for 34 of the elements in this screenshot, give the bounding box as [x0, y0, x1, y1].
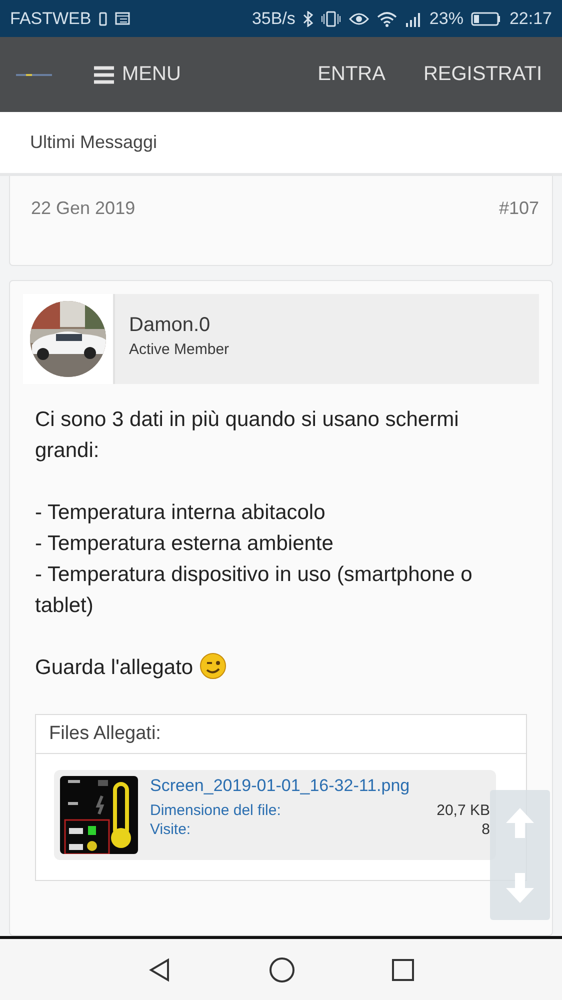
carrier: FASTWEB	[10, 8, 92, 28]
battery-percent: 23%	[429, 8, 464, 28]
clock: 22:17	[509, 8, 552, 28]
username[interactable]: Damon.0	[129, 314, 525, 337]
nav-link[interactable]: ENTRA	[314, 57, 390, 92]
vibrate-icon	[321, 10, 342, 26]
home-icon[interactable]	[268, 956, 295, 982]
post-text: Ci sono 3 dati in più quando si usano schermi grandi:	[35, 408, 459, 462]
user-title: Active Member	[129, 341, 230, 358]
recents-icon[interactable]	[392, 958, 414, 980]
size-label: Dimensione del file:	[150, 802, 282, 819]
post-text: Guarda l'allegato	[35, 656, 194, 679]
breadcrumb-title[interactable]: Ultimi Messaggi	[30, 132, 158, 153]
post-number[interactable]: #107	[498, 198, 539, 219]
calendar-icon	[115, 12, 130, 25]
post-date: 22 Gen 2019	[31, 198, 136, 219]
network-speed: 35B/s	[252, 8, 296, 28]
post-text: - Temperatura interna abitacolo	[35, 501, 326, 524]
eye-icon	[349, 12, 370, 26]
battery-icon	[471, 12, 502, 26]
phone-icon	[99, 12, 108, 26]
views-label: Visite:	[150, 821, 192, 838]
menu-button[interactable]: MENU	[90, 57, 185, 92]
file-size: 20,7 KB	[436, 802, 490, 819]
post-text: - Temperatura esterna ambiente	[35, 532, 334, 555]
wifi-icon	[377, 10, 398, 26]
bluetooth-icon	[303, 10, 314, 26]
file-link[interactable]: Screen_2019-01-01_16-32-11.png	[150, 776, 490, 800]
post-text: - Temperatura dispositivo in uso (smartphone o tablet)	[35, 563, 472, 617]
signal-icon	[405, 10, 422, 26]
attachments-heading: Files Allegati:	[49, 723, 161, 744]
nav-link[interactable]: REGISTRATI	[419, 57, 546, 92]
view-count: 8	[480, 821, 490, 838]
menu-icon	[94, 66, 114, 84]
